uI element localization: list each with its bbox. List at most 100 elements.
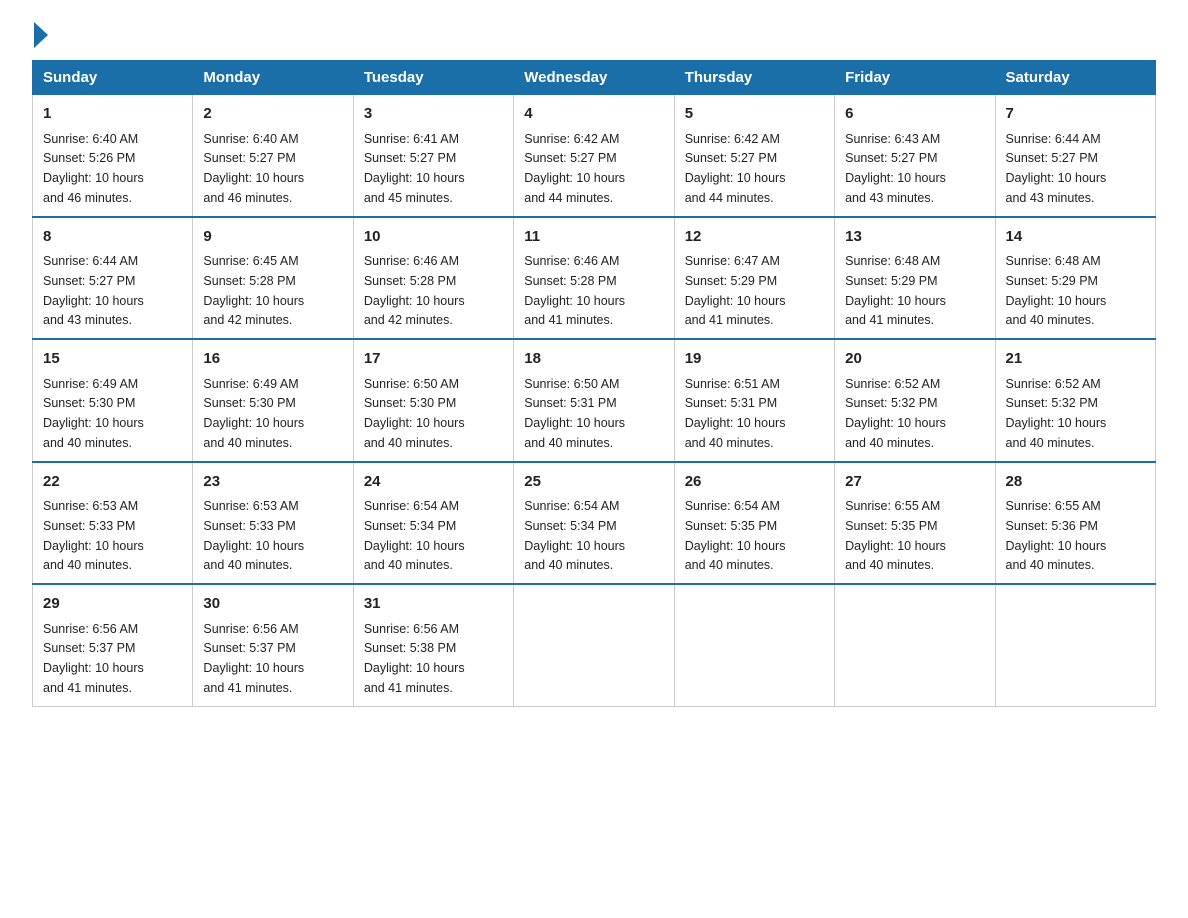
day-info: Sunrise: 6:42 AMSunset: 5:27 PMDaylight:… bbox=[685, 132, 786, 205]
day-number: 24 bbox=[364, 471, 503, 494]
header-sunday: Sunday bbox=[33, 61, 193, 95]
header-saturday: Saturday bbox=[995, 61, 1155, 95]
day-number: 5 bbox=[685, 103, 824, 126]
page-header bbox=[32, 24, 1156, 48]
day-number: 17 bbox=[364, 348, 503, 371]
day-info: Sunrise: 6:42 AMSunset: 5:27 PMDaylight:… bbox=[524, 132, 625, 205]
day-info: Sunrise: 6:56 AMSunset: 5:38 PMDaylight:… bbox=[364, 622, 465, 695]
header-friday: Friday bbox=[835, 61, 995, 95]
day-info: Sunrise: 6:52 AMSunset: 5:32 PMDaylight:… bbox=[1006, 377, 1107, 450]
day-info: Sunrise: 6:50 AMSunset: 5:30 PMDaylight:… bbox=[364, 377, 465, 450]
header-monday: Monday bbox=[193, 61, 353, 95]
day-number: 14 bbox=[1006, 226, 1145, 249]
calendar-cell bbox=[995, 584, 1155, 706]
calendar-week-row: 1 Sunrise: 6:40 AMSunset: 5:26 PMDaylight… bbox=[33, 95, 1156, 217]
day-number: 22 bbox=[43, 471, 182, 494]
day-number: 6 bbox=[845, 103, 984, 126]
day-number: 2 bbox=[203, 103, 342, 126]
day-number: 12 bbox=[685, 226, 824, 249]
day-info: Sunrise: 6:54 AMSunset: 5:34 PMDaylight:… bbox=[524, 499, 625, 572]
calendar-cell: 7 Sunrise: 6:44 AMSunset: 5:27 PMDaylight… bbox=[995, 95, 1155, 217]
day-info: Sunrise: 6:45 AMSunset: 5:28 PMDaylight:… bbox=[203, 254, 304, 327]
day-info: Sunrise: 6:40 AMSunset: 5:26 PMDaylight:… bbox=[43, 132, 144, 205]
day-number: 7 bbox=[1006, 103, 1145, 126]
day-info: Sunrise: 6:53 AMSunset: 5:33 PMDaylight:… bbox=[43, 499, 144, 572]
header-tuesday: Tuesday bbox=[353, 61, 513, 95]
calendar-cell: 25 Sunrise: 6:54 AMSunset: 5:34 PMDayligh… bbox=[514, 462, 674, 585]
calendar-week-row: 29 Sunrise: 6:56 AMSunset: 5:37 PMDayligh… bbox=[33, 584, 1156, 706]
day-number: 19 bbox=[685, 348, 824, 371]
calendar-cell: 28 Sunrise: 6:55 AMSunset: 5:36 PMDayligh… bbox=[995, 462, 1155, 585]
calendar-cell: 2 Sunrise: 6:40 AMSunset: 5:27 PMDaylight… bbox=[193, 95, 353, 217]
calendar-cell: 20Sunrise: 6:52 AMSunset: 5:32 PMDayligh… bbox=[835, 339, 995, 462]
calendar-cell: 31 Sunrise: 6:56 AMSunset: 5:38 PMDayligh… bbox=[353, 584, 513, 706]
calendar-cell: 5 Sunrise: 6:42 AMSunset: 5:27 PMDaylight… bbox=[674, 95, 834, 217]
calendar-cell: 30 Sunrise: 6:56 AMSunset: 5:37 PMDayligh… bbox=[193, 584, 353, 706]
calendar-cell: 19Sunrise: 6:51 AMSunset: 5:31 PMDayligh… bbox=[674, 339, 834, 462]
day-number: 31 bbox=[364, 593, 503, 616]
calendar-header-row: SundayMondayTuesdayWednesdayThursdayFrid… bbox=[33, 61, 1156, 95]
calendar-cell bbox=[514, 584, 674, 706]
day-info: Sunrise: 6:49 AMSunset: 5:30 PMDaylight:… bbox=[43, 377, 144, 450]
day-number: 1 bbox=[43, 103, 182, 126]
day-info: Sunrise: 6:44 AMSunset: 5:27 PMDaylight:… bbox=[1006, 132, 1107, 205]
day-number: 23 bbox=[203, 471, 342, 494]
day-info: Sunrise: 6:46 AMSunset: 5:28 PMDaylight:… bbox=[524, 254, 625, 327]
day-number: 15 bbox=[43, 348, 182, 371]
day-number: 9 bbox=[203, 226, 342, 249]
day-number: 11 bbox=[524, 226, 663, 249]
day-info: Sunrise: 6:50 AMSunset: 5:31 PMDaylight:… bbox=[524, 377, 625, 450]
calendar-cell: 11 Sunrise: 6:46 AMSunset: 5:28 PMDayligh… bbox=[514, 217, 674, 340]
day-info: Sunrise: 6:56 AMSunset: 5:37 PMDaylight:… bbox=[203, 622, 304, 695]
day-number: 25 bbox=[524, 471, 663, 494]
calendar-cell: 21 Sunrise: 6:52 AMSunset: 5:32 PMDayligh… bbox=[995, 339, 1155, 462]
day-info: Sunrise: 6:44 AMSunset: 5:27 PMDaylight:… bbox=[43, 254, 144, 327]
day-number: 30 bbox=[203, 593, 342, 616]
day-number: 21 bbox=[1006, 348, 1145, 371]
calendar-cell: 18Sunrise: 6:50 AMSunset: 5:31 PMDayligh… bbox=[514, 339, 674, 462]
calendar-cell: 6 Sunrise: 6:43 AMSunset: 5:27 PMDaylight… bbox=[835, 95, 995, 217]
calendar-week-row: 22 Sunrise: 6:53 AMSunset: 5:33 PMDayligh… bbox=[33, 462, 1156, 585]
calendar-table: SundayMondayTuesdayWednesdayThursdayFrid… bbox=[32, 60, 1156, 707]
calendar-cell: 8Sunrise: 6:44 AMSunset: 5:27 PMDaylight… bbox=[33, 217, 193, 340]
calendar-cell: 29 Sunrise: 6:56 AMSunset: 5:37 PMDayligh… bbox=[33, 584, 193, 706]
day-info: Sunrise: 6:49 AMSunset: 5:30 PMDaylight:… bbox=[203, 377, 304, 450]
calendar-cell: 26 Sunrise: 6:54 AMSunset: 5:35 PMDayligh… bbox=[674, 462, 834, 585]
calendar-cell bbox=[674, 584, 834, 706]
day-info: Sunrise: 6:41 AMSunset: 5:27 PMDaylight:… bbox=[364, 132, 465, 205]
day-number: 20 bbox=[845, 348, 984, 371]
calendar-cell: 22 Sunrise: 6:53 AMSunset: 5:33 PMDayligh… bbox=[33, 462, 193, 585]
day-info: Sunrise: 6:56 AMSunset: 5:37 PMDaylight:… bbox=[43, 622, 144, 695]
calendar-cell: 13 Sunrise: 6:48 AMSunset: 5:29 PMDayligh… bbox=[835, 217, 995, 340]
calendar-cell: 15 Sunrise: 6:49 AMSunset: 5:30 PMDayligh… bbox=[33, 339, 193, 462]
calendar-cell: 12 Sunrise: 6:47 AMSunset: 5:29 PMDayligh… bbox=[674, 217, 834, 340]
calendar-cell: 10 Sunrise: 6:46 AMSunset: 5:28 PMDayligh… bbox=[353, 217, 513, 340]
day-info: Sunrise: 6:55 AMSunset: 5:35 PMDaylight:… bbox=[845, 499, 946, 572]
day-number: 13 bbox=[845, 226, 984, 249]
day-info: Sunrise: 6:55 AMSunset: 5:36 PMDaylight:… bbox=[1006, 499, 1107, 572]
day-number: 26 bbox=[685, 471, 824, 494]
day-number: 16 bbox=[203, 348, 342, 371]
header-thursday: Thursday bbox=[674, 61, 834, 95]
day-info: Sunrise: 6:47 AMSunset: 5:29 PMDaylight:… bbox=[685, 254, 786, 327]
calendar-cell: 27 Sunrise: 6:55 AMSunset: 5:35 PMDayligh… bbox=[835, 462, 995, 585]
calendar-cell: 1 Sunrise: 6:40 AMSunset: 5:26 PMDaylight… bbox=[33, 95, 193, 217]
day-number: 4 bbox=[524, 103, 663, 126]
calendar-cell: 24 Sunrise: 6:54 AMSunset: 5:34 PMDayligh… bbox=[353, 462, 513, 585]
day-info: Sunrise: 6:48 AMSunset: 5:29 PMDaylight:… bbox=[1006, 254, 1107, 327]
day-info: Sunrise: 6:48 AMSunset: 5:29 PMDaylight:… bbox=[845, 254, 946, 327]
calendar-cell: 23Sunrise: 6:53 AMSunset: 5:33 PMDayligh… bbox=[193, 462, 353, 585]
calendar-cell: 14 Sunrise: 6:48 AMSunset: 5:29 PMDayligh… bbox=[995, 217, 1155, 340]
calendar-cell: 17 Sunrise: 6:50 AMSunset: 5:30 PMDayligh… bbox=[353, 339, 513, 462]
day-number: 28 bbox=[1006, 471, 1145, 494]
day-number: 3 bbox=[364, 103, 503, 126]
day-info: Sunrise: 6:43 AMSunset: 5:27 PMDaylight:… bbox=[845, 132, 946, 205]
day-info: Sunrise: 6:54 AMSunset: 5:35 PMDaylight:… bbox=[685, 499, 786, 572]
day-number: 27 bbox=[845, 471, 984, 494]
day-number: 29 bbox=[43, 593, 182, 616]
day-info: Sunrise: 6:46 AMSunset: 5:28 PMDaylight:… bbox=[364, 254, 465, 327]
day-info: Sunrise: 6:40 AMSunset: 5:27 PMDaylight:… bbox=[203, 132, 304, 205]
calendar-week-row: 8Sunrise: 6:44 AMSunset: 5:27 PMDaylight… bbox=[33, 217, 1156, 340]
day-info: Sunrise: 6:54 AMSunset: 5:34 PMDaylight:… bbox=[364, 499, 465, 572]
day-number: 10 bbox=[364, 226, 503, 249]
